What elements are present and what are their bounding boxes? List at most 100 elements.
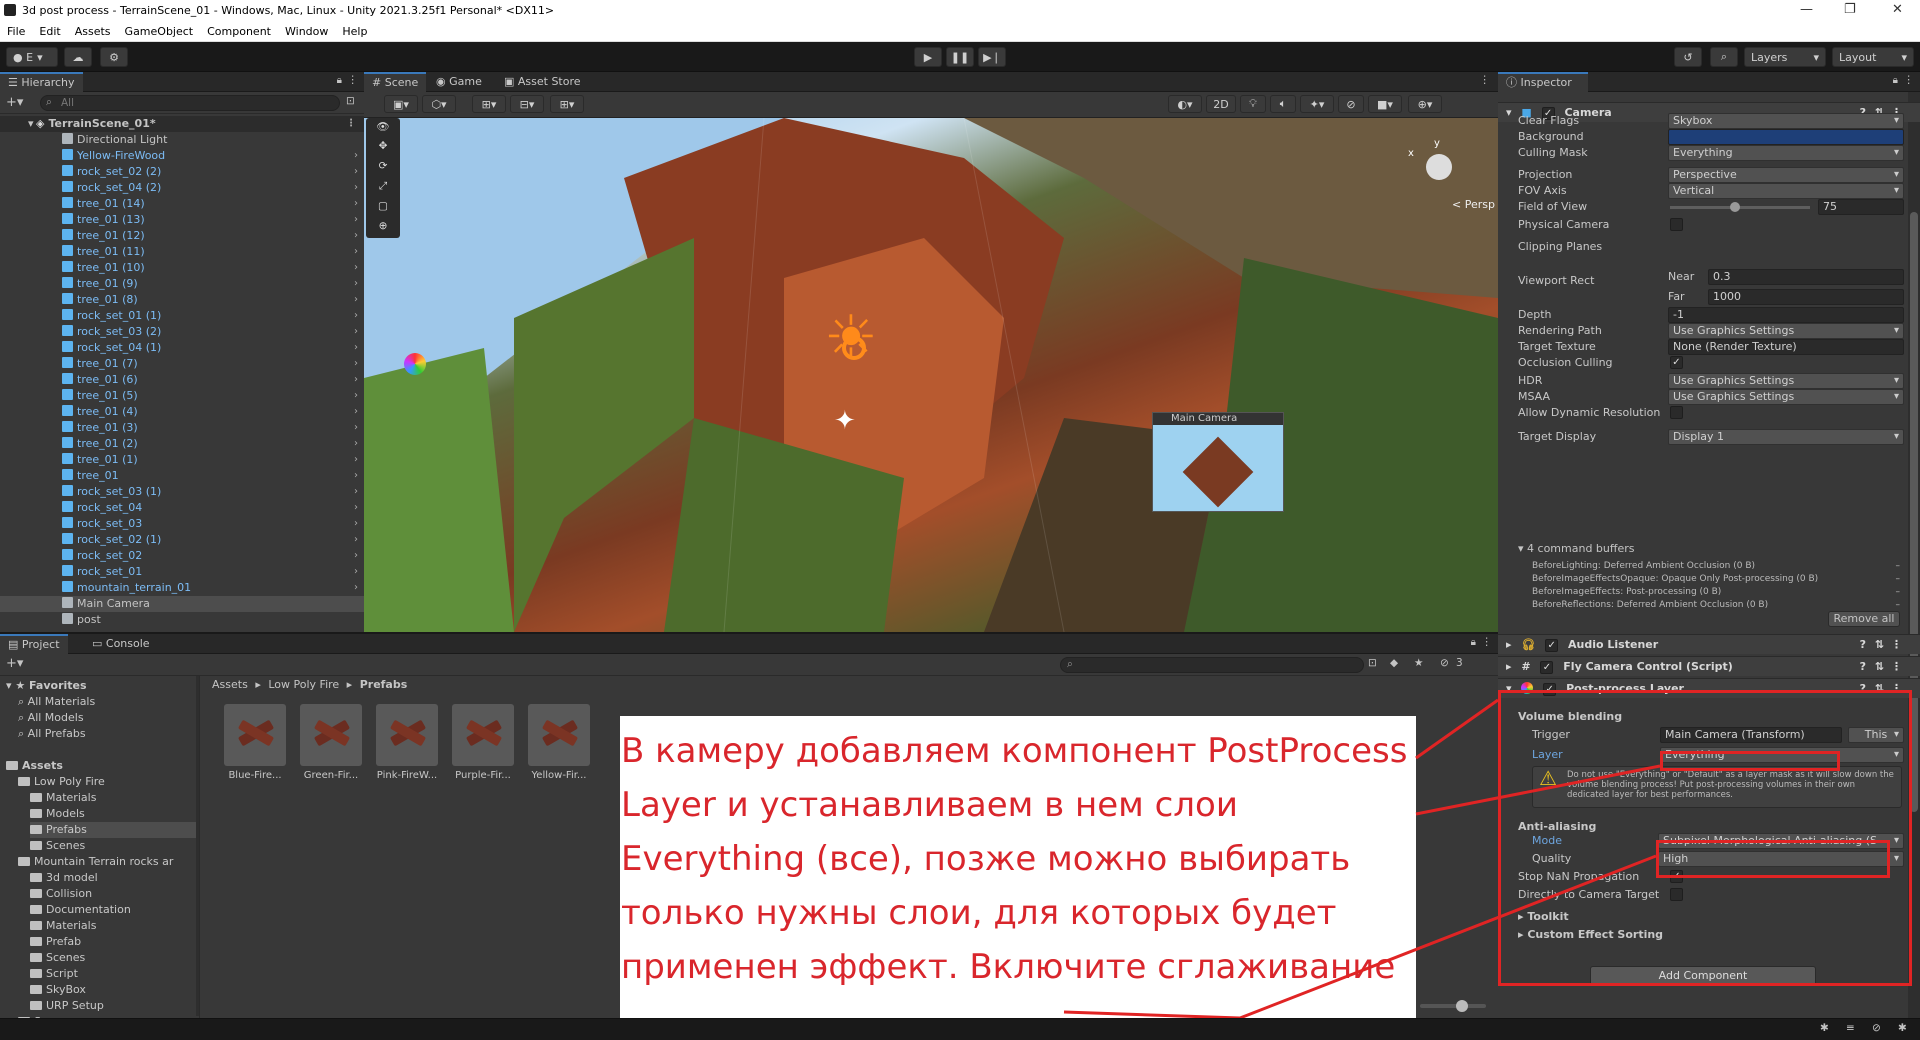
remove-buffer-icon[interactable]: – bbox=[1896, 573, 1901, 585]
notification-icon[interactable]: ✱ bbox=[1898, 1022, 1907, 1034]
hierarchy-item[interactable]: tree_01 (4) › bbox=[0, 404, 364, 420]
chevron-right-icon[interactable]: › bbox=[354, 324, 358, 340]
hierarchy-item[interactable]: tree_01 (1) › bbox=[0, 452, 364, 468]
add-icon[interactable]: +▾ bbox=[6, 656, 23, 671]
audio-toggle-icon[interactable]: 🔈︎ bbox=[1270, 95, 1296, 113]
property-checkbox[interactable] bbox=[1670, 218, 1683, 231]
chevron-right-icon[interactable]: › bbox=[354, 452, 358, 468]
lighting-toggle-icon[interactable]: 💡︎ bbox=[1240, 95, 1266, 113]
property-field[interactable]: -1 bbox=[1668, 307, 1904, 323]
scene-viewport[interactable]: 👁︎ ✥ ⟳ ⤢ ▢ ⊕ ☀ ✦ y x < Persp Main Camera bbox=[364, 118, 1498, 632]
project-tree-item[interactable]: Documentation bbox=[30, 902, 196, 918]
hierarchy-item[interactable]: tree_01 (6) › bbox=[0, 372, 364, 388]
project-tree-item[interactable]: 3d model bbox=[30, 870, 196, 886]
effects-dropdown[interactable]: ✦▾ bbox=[1300, 95, 1334, 113]
project-tree-item[interactable]: ▾ ★ Favorites bbox=[6, 678, 196, 694]
menu-window[interactable]: Window bbox=[285, 23, 328, 41]
hierarchy-item[interactable]: tree_01 (3) › bbox=[0, 420, 364, 436]
tab-game[interactable]: ◉ Game bbox=[428, 72, 490, 92]
hierarchy-item[interactable]: tree_01 (14) › bbox=[0, 196, 364, 212]
chevron-right-icon[interactable]: › bbox=[354, 164, 358, 180]
chevron-right-icon[interactable]: › bbox=[354, 532, 358, 548]
command-buffers-foldout[interactable]: ▾ 4 command buffers bbox=[1518, 542, 1908, 558]
asset-tile[interactable]: Pink-FireW... bbox=[376, 704, 438, 781]
history-icon[interactable]: ↺ bbox=[1674, 47, 1702, 67]
chevron-right-icon[interactable]: › bbox=[354, 484, 358, 500]
filter-type-icon[interactable]: ⊡ bbox=[1368, 657, 1377, 669]
bug-icon[interactable]: ✱ bbox=[1820, 1022, 1829, 1034]
tab-project[interactable]: ▤ Project bbox=[0, 634, 68, 654]
hierarchy-item[interactable]: tree_01 › bbox=[0, 468, 364, 484]
lock-icon[interactable]: 🔒︎ bbox=[1471, 637, 1476, 648]
favorite-icon[interactable]: ★ bbox=[1414, 657, 1423, 669]
hierarchy-item[interactable]: tree_01 (8) › bbox=[0, 292, 364, 308]
project-tree-item[interactable]: Mountain Terrain rocks ar bbox=[18, 854, 196, 870]
property-dropdown[interactable]: Vertical bbox=[1668, 183, 1904, 199]
chevron-right-icon[interactable]: › bbox=[354, 340, 358, 356]
asset-tile[interactable]: Blue-Fire... bbox=[224, 704, 286, 781]
collab-icon[interactable]: ⚙ bbox=[100, 47, 128, 67]
chevron-right-icon[interactable]: › bbox=[354, 308, 358, 324]
minimize-icon[interactable]: — bbox=[1800, 2, 1813, 17]
menu-help[interactable]: Help bbox=[342, 23, 367, 41]
account-button[interactable]: ● E ▾ bbox=[6, 47, 58, 67]
kebab-menu-icon[interactable]: ⋮ bbox=[1891, 657, 1902, 677]
post-process-gizmo-icon[interactable] bbox=[404, 353, 426, 375]
hierarchy-item[interactable]: rock_set_04 › bbox=[0, 500, 364, 516]
play-button[interactable]: ▶ bbox=[914, 47, 942, 67]
property-dropdown[interactable]: Perspective bbox=[1668, 167, 1904, 183]
cache-icon[interactable]: ≡ bbox=[1846, 1022, 1855, 1034]
remove-all-button[interactable]: Remove all bbox=[1828, 611, 1900, 627]
asset-tile[interactable]: Purple-Fir... bbox=[452, 704, 514, 781]
maximize-icon[interactable]: ❐ bbox=[1844, 2, 1856, 17]
property-dropdown[interactable]: Use Graphics Settings bbox=[1668, 323, 1904, 339]
property-field[interactable]: None (Render Texture) bbox=[1668, 339, 1904, 355]
project-tree-item[interactable]: Script bbox=[30, 966, 196, 982]
grid-toggle-dropdown[interactable]: ⊞▾ bbox=[550, 95, 584, 113]
close-icon[interactable]: ✕ bbox=[1892, 2, 1903, 17]
toggle-2d-button[interactable]: 2D bbox=[1206, 95, 1236, 113]
audio-listener-header[interactable]: ▸ 🎧︎ ✓ Audio Listener ? ⇅ ⋮ bbox=[1498, 634, 1920, 654]
chevron-right-icon[interactable]: › bbox=[354, 500, 358, 516]
lock-icon[interactable]: 🔒︎ bbox=[337, 75, 342, 86]
background-color-swatch[interactable] bbox=[1668, 129, 1904, 145]
project-tree-item[interactable]: ⌕ All Materials bbox=[18, 694, 196, 710]
step-button[interactable]: ▶❘ bbox=[978, 47, 1006, 67]
hierarchy-item[interactable]: Main Camera bbox=[0, 596, 364, 612]
project-tree-item[interactable]: ⌕ All Prefabs bbox=[18, 726, 196, 742]
fly-camera-header[interactable]: ▸ # ✓ Fly Camera Control (Script) ? ⇅ ⋮ bbox=[1498, 656, 1920, 676]
hierarchy-item[interactable]: Yellow-FireWood › bbox=[0, 148, 364, 164]
zoom-slider[interactable] bbox=[1420, 1000, 1486, 1012]
hierarchy-item[interactable]: Directional Light bbox=[0, 132, 364, 148]
visibility-toggle-icon[interactable]: ⊘ bbox=[1338, 95, 1364, 113]
hidden-packages-icon[interactable]: ⊘ bbox=[1440, 657, 1449, 669]
menu-file[interactable]: File bbox=[7, 23, 25, 41]
project-tree-item[interactable]: Materials bbox=[30, 918, 196, 934]
chevron-right-icon[interactable]: › bbox=[354, 212, 358, 228]
hierarchy-item[interactable]: mountain_terrain_01 › bbox=[0, 580, 364, 596]
hierarchy-item[interactable]: tree_01 (12) › bbox=[0, 228, 364, 244]
remove-buffer-icon[interactable]: – bbox=[1896, 586, 1901, 598]
chevron-right-icon[interactable]: › bbox=[354, 356, 358, 372]
chevron-right-icon[interactable]: › bbox=[354, 420, 358, 436]
project-tree-item[interactable]: Models bbox=[30, 806, 196, 822]
chevron-right-icon[interactable]: › bbox=[354, 148, 358, 164]
grid-snap-dropdown[interactable]: ⊞▾ bbox=[472, 95, 506, 113]
fly-camera-checkbox[interactable]: ✓ bbox=[1540, 661, 1554, 674]
chevron-right-icon[interactable]: › bbox=[354, 196, 358, 212]
chevron-right-icon[interactable]: › bbox=[354, 580, 358, 596]
kebab-menu-icon[interactable]: ⋮ bbox=[1904, 74, 1915, 86]
kebab-menu-icon[interactable]: ⋮ bbox=[348, 74, 359, 86]
tab-hierarchy[interactable]: ☰ Hierarchy bbox=[0, 72, 83, 92]
property-checkbox[interactable]: ✓ bbox=[1670, 356, 1683, 369]
hierarchy-item[interactable]: rock_set_02 (1) › bbox=[0, 532, 364, 548]
hierarchy-item[interactable]: rock_set_04 (1) › bbox=[0, 340, 364, 356]
pause-button[interactable]: ❚❚ bbox=[946, 47, 974, 67]
gizmos-dropdown[interactable]: ⊕▾ bbox=[1408, 95, 1442, 113]
hierarchy-item[interactable]: rock_set_03 › bbox=[0, 516, 364, 532]
transform-tool-icon[interactable]: ⊕ bbox=[368, 220, 398, 238]
property-dropdown[interactable]: Use Graphics Settings bbox=[1668, 373, 1904, 389]
project-tree-item[interactable]: SkyBox bbox=[30, 982, 196, 998]
hierarchy-item[interactable]: tree_01 (10) › bbox=[0, 260, 364, 276]
hierarchy-item[interactable]: rock_set_03 (1) › bbox=[0, 484, 364, 500]
